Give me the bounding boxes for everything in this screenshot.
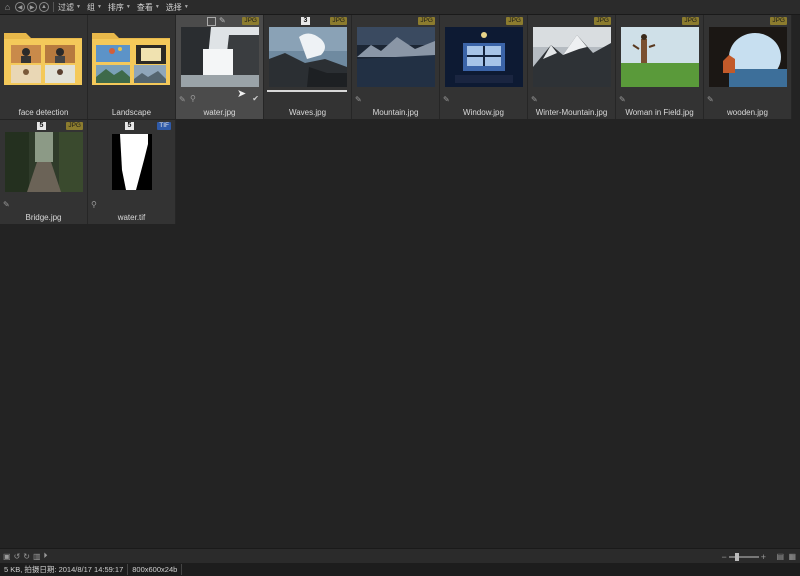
zoom-slider-handle[interactable] [734,553,739,561]
image-tile-window-jpg[interactable]: JPG ✎ Window.jpg [440,15,528,119]
thumbnail-image [709,27,787,87]
tile-label: Waves.jpg [288,108,327,117]
tile-label: Woman in Field.jpg [625,108,694,117]
tile-label: Window.jpg [463,108,504,117]
image-tile-bridge-jpg[interactable]: 5 JPG ✎ Bridge.jpg [0,120,88,224]
view-menu[interactable]: 查看 ▼ [137,2,160,13]
slideshow-icon[interactable]: ⏵ [44,551,48,561]
chevron-down-icon: ▼ [96,4,102,10]
rotate-right-icon[interactable]: ↻ [23,552,30,561]
location-pin-icon: ⚲ [91,200,97,209]
image-dimensions: 800x600x24b [128,564,183,575]
edit-icon[interactable]: ✎ [443,95,450,104]
mouse-cursor-icon: ➤ [237,88,247,100]
thumbnail-image [533,27,611,87]
image-view-icon[interactable]: ▤ [776,552,784,561]
checkmark-icon: ✔ [252,94,259,103]
back-icon[interactable]: ◀ [15,2,25,12]
image-tile-water-jpg[interactable]: ✎ JPG ✎ ⚲ ✔ water.jpg [176,15,264,119]
select-menu-label: 选择 [165,2,182,12]
sort-menu[interactable]: 排序 ▼ [108,2,131,13]
zoom-slider[interactable] [728,553,759,561]
group-menu-label: 组 [86,2,95,12]
import-icon[interactable]: ▣ [3,552,11,561]
folder-icon [4,33,82,85]
rotate-left-icon[interactable]: ↺ [14,552,21,561]
stack-count: 3 [301,17,310,25]
image-tile-winter-mountain-jpg[interactable]: JPG ✎ Winter-Mountain.jpg [528,15,616,119]
status-bar: 5 KB, 拍摄日期: 2014/8/17 14:59:17 800x600x2… [0,563,800,576]
edit-icon[interactable]: ✎ [219,17,226,25]
forward-icon[interactable]: ▶ [27,2,37,12]
format-badge: JPG [330,17,347,25]
tile-label: Winter-Mountain.jpg [535,108,608,117]
tile-top-actions: ✎ [207,17,226,26]
format-badge: JPG [682,17,699,25]
format-badge: JPG [66,122,83,130]
tile-label: Mountain.jpg [372,108,419,117]
format-badge: JPG [418,17,435,25]
status-spacer [182,564,800,575]
image-tile-waves-jpg[interactable]: 3 JPG Waves.jpg [264,15,352,119]
home-icon[interactable]: ⌂ [2,2,13,13]
toolbar: ⌂ ◀ ▶ ▲ 过滤 ▼ 组 ▼ 排序 ▼ 查看 ▼ 选择 ▼ [0,0,800,15]
image-tile-wooden-jpg[interactable]: JPG ✎ wooden.jpg [704,15,792,119]
chevron-down-icon: ▼ [76,4,81,10]
stack-count: 5 [37,122,46,130]
tile-label: water.jpg [203,108,236,117]
thumbnail-image [621,27,699,87]
tile-label: water.tif [117,213,146,222]
edit-icon[interactable]: ✎ [707,95,714,104]
thumbnail-image [93,132,171,192]
location-pin-icon: ⚲ [190,94,196,103]
folder-tile-face-detection[interactable]: face detection [0,15,88,119]
tile-label: wooden.jpg [727,108,768,117]
edit-icon[interactable]: ✎ [3,200,10,209]
bottom-toolbar: ▣ ↺ ↻ ▥ ⏵ − + ▤ ▦ [0,548,800,563]
chevron-down-icon: ▼ [154,4,160,10]
folder-icon [92,33,170,85]
thumbnail-image [357,27,435,87]
tile-label: Bridge.jpg [25,213,62,222]
image-tile-mountain-jpg[interactable]: JPG ✎ Mountain.jpg [352,15,440,119]
image-tile-woman-in-field-jpg[interactable]: JPG ✎ Woman in Field.jpg [616,15,704,119]
grid-view-icon[interactable]: ▦ [788,552,796,561]
thumbnail-image [181,27,259,87]
tile-label: Landscape [111,108,152,117]
group-menu[interactable]: 组 ▼ [87,2,102,13]
format-badge: JPG [242,17,259,25]
format-badge: TIF [157,122,171,130]
select-checkbox-icon[interactable] [207,17,216,26]
image-tile-water-tif[interactable]: 5 TIF ⚲ water.tif [88,120,176,224]
filter-menu[interactable]: 过滤 ▼ [58,2,81,13]
zoom-in-icon[interactable]: + [761,552,766,562]
view-menu-label: 查看 [136,2,153,12]
thumbnail-image [5,132,83,192]
select-menu[interactable]: 选择 ▼ [166,2,189,13]
folder-tile-landscape[interactable]: Landscape [88,15,176,119]
zoom-control: − + [721,552,766,562]
format-badge: JPG [506,17,523,25]
compare-icon[interactable]: ▥ [33,552,41,561]
edit-icon[interactable]: ✎ [619,95,626,104]
up-icon[interactable]: ▲ [39,2,49,12]
edit-icon[interactable]: ✎ [355,95,362,104]
sort-menu-label: 排序 [107,2,124,12]
thumbnail-image [445,27,523,87]
chevron-down-icon: ▼ [125,4,131,10]
filter-menu-label: 过滤 [58,2,74,12]
format-badge: JPG [594,17,611,25]
progress-bar [267,90,347,92]
thumbnail-image [269,27,347,87]
chevron-down-icon: ▼ [183,4,189,10]
tile-label: face detection [18,108,69,117]
stack-count: 5 [125,122,134,130]
zoom-out-icon[interactable]: − [721,552,726,562]
toolbar-divider [53,2,54,12]
file-info: 5 KB, 拍摄日期: 2014/8/17 14:59:17 [0,564,129,575]
edit-icon[interactable]: ✎ [531,95,538,104]
edit-icon[interactable]: ✎ [179,95,186,104]
format-badge: JPG [770,17,787,25]
